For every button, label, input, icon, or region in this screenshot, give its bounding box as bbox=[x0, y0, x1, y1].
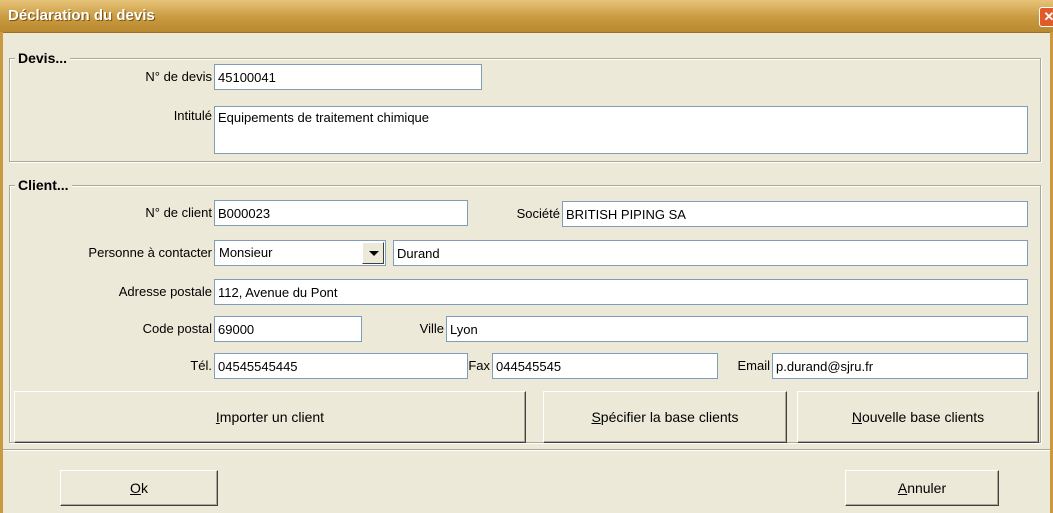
ok-label: k bbox=[140, 480, 148, 496]
email-label: Email bbox=[737, 358, 770, 373]
cancel-label: nnuler bbox=[907, 480, 947, 496]
intitule-label: Intitulé bbox=[173, 108, 212, 123]
window-border-left bbox=[0, 32, 3, 513]
new-client-base-accel: N bbox=[851, 409, 862, 425]
new-client-base-button[interactable]: Nouvelle base clients bbox=[797, 391, 1039, 443]
window-title: Déclaration du devis bbox=[8, 7, 155, 24]
ville-field[interactable] bbox=[446, 316, 1028, 342]
client-number-field[interactable] bbox=[214, 200, 468, 226]
cancel-button[interactable]: Annuler bbox=[845, 470, 999, 506]
contact-name-field[interactable] bbox=[393, 240, 1028, 266]
societe-field[interactable] bbox=[562, 201, 1028, 227]
title-bar[interactable]: Déclaration du devis ✕ bbox=[0, 0, 1053, 33]
code-postal-label: Code postal bbox=[142, 321, 212, 336]
footer-separator bbox=[3, 449, 1050, 451]
fax-label: Fax bbox=[468, 358, 490, 373]
ville-label: Ville bbox=[419, 321, 444, 336]
tel-label: Tél. bbox=[190, 358, 212, 373]
new-client-base-label: ouvelle base clients bbox=[861, 409, 985, 425]
civilite-select[interactable]: Monsieur bbox=[214, 240, 386, 266]
devis-number-field[interactable] bbox=[214, 64, 482, 90]
specify-client-base-label: pécifier la base clients bbox=[600, 409, 739, 425]
import-client-label: mporter un client bbox=[219, 409, 325, 425]
societe-label: Société bbox=[516, 206, 560, 221]
ok-button[interactable]: Ok bbox=[60, 470, 218, 506]
civilite-value: Monsieur bbox=[219, 245, 273, 260]
cancel-accel: A bbox=[897, 480, 908, 496]
client-number-label: N° de client bbox=[145, 205, 212, 220]
email-field[interactable] bbox=[772, 353, 1028, 379]
client-legend: Client... bbox=[15, 177, 72, 193]
import-client-button[interactable]: Importer un client bbox=[14, 391, 526, 443]
fax-field[interactable] bbox=[492, 353, 718, 379]
code-postal-field[interactable] bbox=[214, 316, 362, 342]
ok-accel: O bbox=[130, 480, 141, 496]
adresse-label: Adresse postale bbox=[118, 284, 212, 299]
specify-client-base-button[interactable]: Spécifier la base clients bbox=[543, 391, 787, 443]
intitule-field[interactable]: Equipements de traitement chimique bbox=[214, 106, 1028, 154]
contact-label: Personne à contacter bbox=[88, 245, 212, 260]
close-icon[interactable]: ✕ bbox=[1039, 7, 1053, 27]
adresse-field[interactable] bbox=[214, 279, 1028, 305]
chevron-down-icon[interactable] bbox=[362, 242, 384, 264]
specify-client-base-accel: S bbox=[591, 409, 601, 425]
devis-number-label: N° de devis bbox=[145, 69, 212, 84]
